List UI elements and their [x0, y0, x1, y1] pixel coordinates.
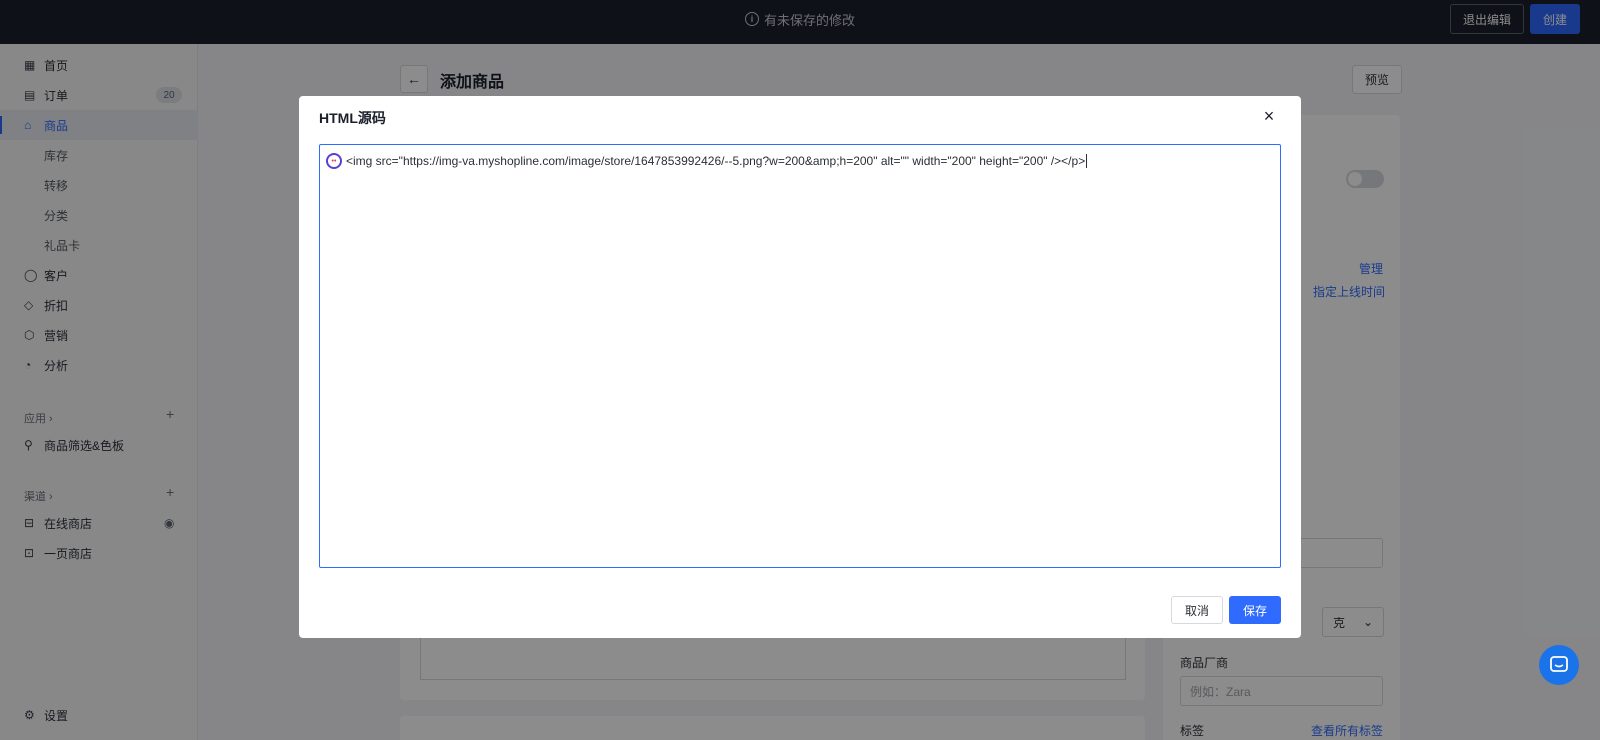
dialog-title: HTML源码 [319, 110, 386, 126]
html-source-dialog: HTML源码 × •• <img src="https://img-va.mys… [299, 96, 1301, 638]
grammar-assistant-icon[interactable]: •• [326, 153, 342, 169]
chat-launcher-button[interactable] [1539, 645, 1579, 685]
chat-icon [1550, 656, 1568, 672]
save-button[interactable]: 保存 [1229, 596, 1281, 624]
close-icon[interactable]: × [1259, 106, 1279, 126]
text-caret [1086, 154, 1088, 168]
html-source-editor[interactable]: •• <img src="https://img-va.myshopline.c… [319, 144, 1281, 568]
cancel-button[interactable]: 取消 [1171, 596, 1223, 624]
html-code-text: <img src="https://img-va.myshopline.com/… [346, 154, 1086, 168]
